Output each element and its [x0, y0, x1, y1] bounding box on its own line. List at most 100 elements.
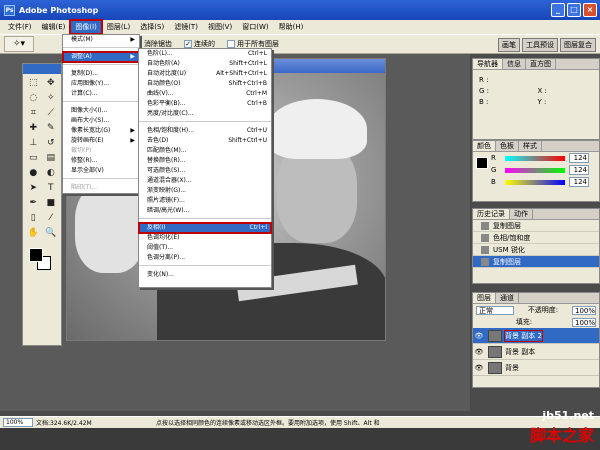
- dodge-tool-icon[interactable]: ◐: [43, 166, 60, 180]
- image-menu-item[interactable]: 裁切(P): [63, 146, 139, 156]
- menu-item-5[interactable]: 滤镜(T): [169, 20, 203, 34]
- adjust-menu-item[interactable]: 自动颜色(O) Shift+Ctrl+B: [139, 79, 271, 89]
- image-menu-item[interactable]: 调整(A) ▶: [62, 51, 140, 63]
- image-menu-item[interactable]: 旋转画布(E) ▶: [63, 136, 139, 146]
- menu-item-6[interactable]: 视图(V): [203, 20, 237, 34]
- color-slider-track[interactable]: [505, 155, 565, 161]
- visibility-eye-icon[interactable]: 👁: [473, 348, 485, 356]
- notes-tool-icon[interactable]: ▯: [25, 211, 42, 225]
- image-menu-item[interactable]: 应用图像(Y)...: [63, 79, 139, 89]
- magic-wand-tool-icon[interactable]: ✧: [43, 91, 60, 105]
- well-tab-2[interactable]: 图层复合: [560, 38, 596, 52]
- blur-tool-icon[interactable]: ●: [25, 166, 42, 180]
- image-menu-item[interactable]: 图像大小(I)...: [63, 106, 139, 116]
- color-tab[interactable]: 样式: [519, 141, 542, 151]
- adjust-menu-item[interactable]: 自动色阶(A) Shift+Ctrl+L: [139, 59, 271, 69]
- adjust-menu-item[interactable]: 亮度/对比度(C)...: [139, 109, 271, 119]
- adjust-menu-item[interactable]: 匹配颜色(M)...: [139, 146, 271, 156]
- color-slider-track[interactable]: [505, 167, 565, 173]
- zoom-field[interactable]: 100%: [3, 418, 33, 427]
- opacity-field[interactable]: 100%: [571, 305, 596, 315]
- fill-field[interactable]: 100%: [571, 317, 596, 327]
- adjust-menu-item[interactable]: 色彩平衡(B)... Ctrl+B: [139, 99, 271, 109]
- color-value-field[interactable]: 124: [569, 165, 589, 175]
- eyedropper-tool-icon[interactable]: ⁄: [43, 211, 60, 225]
- all-layers-checkbox[interactable]: [227, 40, 235, 48]
- visibility-eye-icon[interactable]: 👁: [473, 332, 485, 340]
- adjust-menu-item[interactable]: 去色(D) Shift+Ctrl+U: [139, 136, 271, 146]
- image-menu-item[interactable]: 模式(M) ▶: [63, 35, 139, 45]
- image-menu-item[interactable]: 显示全部(V): [63, 166, 139, 176]
- info-tab[interactable]: 直方图: [526, 59, 556, 69]
- menu-item-0[interactable]: 文件(F): [3, 20, 37, 34]
- history-item[interactable]: 复制图层: [473, 256, 599, 268]
- adjust-menu-item[interactable]: 反相(I) Ctrl+I: [138, 222, 272, 234]
- layers-tab[interactable]: 通道: [496, 293, 519, 303]
- foreground-color-swatch[interactable]: [29, 248, 43, 262]
- adjust-menu-item[interactable]: 可选颜色(S)...: [139, 166, 271, 176]
- color-slider-track[interactable]: [505, 179, 565, 185]
- toolbox-header[interactable]: [23, 64, 61, 74]
- crop-tool-icon[interactable]: ⌗: [25, 106, 42, 120]
- visibility-eye-icon[interactable]: 👁: [473, 364, 485, 372]
- info-tab[interactable]: 信息: [503, 59, 526, 69]
- adjust-menu-item[interactable]: 色调分离(P)...: [139, 253, 271, 263]
- adjust-menu-item[interactable]: 阈值(T)...: [139, 243, 271, 253]
- well-tab-1[interactable]: 工具预设: [522, 38, 558, 52]
- menu-item-1[interactable]: 编辑(E): [37, 20, 71, 34]
- layers-tab[interactable]: 图层: [473, 293, 496, 303]
- history-tab[interactable]: 动作: [510, 209, 533, 219]
- adjust-menu-item[interactable]: 色相/饱和度(H)... Ctrl+U: [139, 126, 271, 136]
- color-swatches[interactable]: [23, 246, 61, 276]
- image-menu-item[interactable]: 修整(R)...: [63, 156, 139, 166]
- adjust-menu-item[interactable]: 色阶(L)... Ctrl+L: [139, 49, 271, 59]
- lasso-tool-icon[interactable]: ◌: [25, 91, 42, 105]
- color-panel-foreground-swatch[interactable]: [476, 157, 488, 169]
- image-menu-item[interactable]: 陷印(T)...: [63, 183, 139, 193]
- marquee-tool-icon[interactable]: ⬚: [25, 76, 42, 90]
- image-menu-item[interactable]: 画布大小(S)...: [63, 116, 139, 126]
- history-tab[interactable]: 历史记录: [473, 209, 510, 219]
- maximize-button[interactable]: □: [567, 3, 581, 17]
- color-tab[interactable]: 色板: [496, 141, 519, 151]
- adjust-menu-item[interactable]: 替换颜色(R)...: [139, 156, 271, 166]
- layer-row[interactable]: 👁 背景: [473, 360, 599, 376]
- layer-row[interactable]: 👁 背景 副本 2: [473, 328, 599, 344]
- color-value-field[interactable]: 124: [569, 177, 589, 187]
- pen-tool-icon[interactable]: ✒: [25, 196, 42, 210]
- menu-item-8[interactable]: 帮助(H): [274, 20, 309, 34]
- menu-item-3[interactable]: 图层(L): [102, 20, 135, 34]
- history-item[interactable]: USM 锐化: [473, 244, 599, 256]
- eraser-tool-icon[interactable]: ▭: [25, 151, 42, 165]
- magic-wand-tool-preset-icon[interactable]: ✧▾: [4, 36, 34, 52]
- color-value-field[interactable]: 124: [569, 153, 589, 163]
- info-tab[interactable]: 导航器: [473, 59, 503, 69]
- image-menu-item[interactable]: 像素长宽比(G) ▶: [63, 126, 139, 136]
- doc-size[interactable]: 文档:324.6K/2.42M: [36, 418, 156, 427]
- slice-tool-icon[interactable]: ⟋: [43, 106, 60, 120]
- adjust-menu-item[interactable]: 通道混合器(X)...: [139, 176, 271, 186]
- type-tool-icon[interactable]: T: [43, 181, 60, 195]
- brush-tool-icon[interactable]: ✎: [43, 121, 60, 135]
- adjust-menu-item[interactable]: 渐变映射(G)...: [139, 186, 271, 196]
- blend-mode-select[interactable]: 正常: [476, 305, 514, 315]
- history-brush-tool-icon[interactable]: ↺: [43, 136, 60, 150]
- history-item[interactable]: 色相/饱和度: [473, 232, 599, 244]
- image-menu-item[interactable]: 复制(D)...: [63, 69, 139, 79]
- close-button[interactable]: ×: [583, 3, 597, 17]
- adjust-menu-item[interactable]: 色调均化(E): [139, 233, 271, 243]
- healing-brush-tool-icon[interactable]: ✚: [25, 121, 42, 135]
- zoom-tool-icon[interactable]: 🔍: [43, 226, 60, 240]
- hand-tool-icon[interactable]: ✋: [25, 226, 42, 240]
- contiguous-checkbox[interactable]: ✓: [184, 40, 192, 48]
- layer-row[interactable]: 👁 背景 副本: [473, 344, 599, 360]
- gradient-tool-icon[interactable]: ▤: [43, 151, 60, 165]
- adjust-menu-item[interactable]: 变化(N)...: [139, 270, 271, 280]
- adjust-menu-item[interactable]: 自动对比度(U) Alt+Shift+Ctrl+L: [139, 69, 271, 79]
- menu-item-2[interactable]: 图像(I): [69, 19, 103, 35]
- shape-tool-icon[interactable]: ■: [43, 196, 60, 210]
- adjust-menu-item[interactable]: 曲线(V)... Ctrl+M: [139, 89, 271, 99]
- well-tab-0[interactable]: 画笔: [498, 38, 520, 52]
- move-tool-icon[interactable]: ✥: [43, 76, 60, 90]
- adjust-menu-item[interactable]: 照片滤镜(F)...: [139, 196, 271, 206]
